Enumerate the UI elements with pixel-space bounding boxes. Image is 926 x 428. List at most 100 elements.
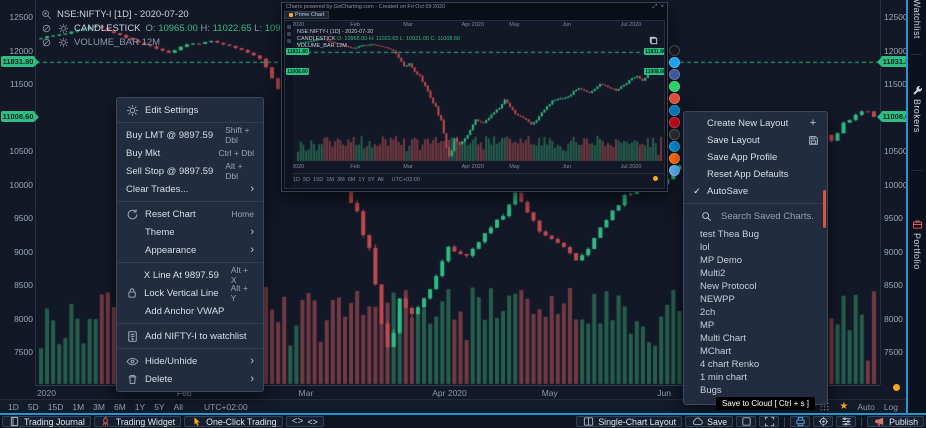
menu-shortcut: Home: [225, 209, 254, 219]
timezone-label[interactable]: UTC+02:00: [204, 402, 248, 412]
saved-chart-mp[interactable]: MP: [684, 319, 827, 332]
menu-scrollbar[interactable]: [823, 190, 826, 228]
layoutgrid-icon: [582, 416, 594, 428]
menu-item-appearance[interactable]: Appearance›: [117, 241, 263, 259]
saved-chart-mp-demo[interactable]: MP Demo: [684, 254, 827, 267]
preview-toolbar[interactable]: [285, 21, 293, 188]
single-chart-layout-button[interactable]: Single-Chart Layout: [576, 416, 682, 427]
menu-item-delete[interactable]: Delete›: [117, 370, 263, 388]
preview-time-label: Mar: [403, 164, 412, 170]
menu-item-theme[interactable]: Theme›: [117, 223, 263, 241]
preview-window-controls[interactable]: ⤢×: [653, 4, 664, 11]
trading-widget-button[interactable]: Trading Widget: [94, 416, 181, 427]
preview-time-label: Apr 2020: [462, 164, 484, 170]
range-15d[interactable]: 15D: [48, 402, 64, 412]
sidebar-tab-portfolio[interactable]: Portfolio: [908, 218, 926, 270]
preview-timeframe-bar: 1D 5D 15D 1M 3M 6M 1Y 5Y All UTC+02:00: [285, 173, 664, 186]
range-1y[interactable]: 1Y: [135, 402, 145, 412]
share-reddit-icon[interactable]: [669, 153, 680, 164]
share-pinterest-icon[interactable]: [669, 117, 680, 128]
saved-chart-multi2[interactable]: Multi2: [684, 267, 827, 280]
layout-menu: Create New Layout+Save LayoutSave App Pr…: [683, 111, 828, 405]
saved-chart-1-min-chart[interactable]: 1 min chart: [684, 371, 827, 384]
range-1m[interactable]: 1M: [72, 402, 84, 412]
range-all[interactable]: All: [174, 402, 183, 412]
hide-series-icon[interactable]: [40, 22, 52, 34]
preview-time-axis-bottom: 2020FebMarApr 2020MayJunJul 2020: [293, 164, 664, 171]
item-button[interactable]: <><>: [286, 416, 324, 427]
menu-item-label: Add NIFTY-I to watchlist: [145, 331, 247, 342]
sidebar-tab-brokers[interactable]: Brokers: [908, 84, 926, 133]
menu-shortcut: Alt + Dbl: [219, 161, 254, 181]
saved-chart-2ch[interactable]: 2ch: [684, 306, 827, 319]
share-twitter-icon[interactable]: [669, 57, 680, 68]
expand-icon[interactable]: ⤢: [653, 4, 658, 11]
tab-prime-chart[interactable]: Prime Chart: [284, 11, 329, 19]
menu-item-reset-app-defaults[interactable]: Reset App Defaults: [684, 166, 827, 183]
printer-button[interactable]: [790, 416, 810, 427]
one-click-trading-button[interactable]: One-Click Trading: [184, 416, 282, 427]
volume-settings-icon[interactable]: [57, 36, 69, 48]
favorite-star-icon[interactable]: ★: [839, 402, 848, 412]
hide-volume-icon[interactable]: [40, 36, 52, 48]
range-5d[interactable]: 5D: [28, 402, 39, 412]
share-email-icon[interactable]: [669, 129, 680, 140]
saved-chart-new-protocol[interactable]: New Protocol: [684, 280, 827, 293]
saved-chart-lol[interactable]: lol: [684, 241, 827, 254]
mixerh-button[interactable]: [836, 416, 856, 427]
checkbox-button[interactable]: [736, 416, 756, 427]
share-facebook-icon[interactable]: [669, 69, 680, 80]
log-scale-toggle[interactable]: Log: [884, 402, 898, 412]
menu-item-lock-vertical-line[interactable]: Lock Vertical LineAlt + Y: [117, 284, 263, 302]
saved-chart-mchart[interactable]: MChart: [684, 345, 827, 358]
range-6m[interactable]: 6M: [114, 402, 126, 412]
menu-item-autosave[interactable]: ✓AutoSave: [684, 183, 827, 200]
range-3m[interactable]: 3M: [93, 402, 105, 412]
menu-item-edit-settings[interactable]: Edit Settings: [117, 101, 263, 119]
share-skype-icon[interactable]: [669, 165, 680, 176]
saved-chart-test-thea-bug[interactable]: test Thea Bug: [684, 228, 827, 241]
menu-item-create-new-layout[interactable]: Create New Layout+: [684, 115, 827, 132]
menu-item-add-nifty-i-to-watchlist[interactable]: Add NIFTY-I to watchlist: [117, 327, 263, 345]
price-tick: 9000: [4, 247, 33, 257]
menu-item-buy-mkt[interactable]: Buy MktCtrl + Dbl: [117, 144, 263, 162]
submenu-arrow-icon: ›: [250, 184, 254, 195]
menu-item-save-layout[interactable]: Save Layout: [684, 132, 827, 149]
share-x-icon[interactable]: [669, 45, 680, 56]
publish-button[interactable]: Publish: [867, 416, 924, 427]
saved-chart-bugs[interactable]: Bugs: [684, 384, 827, 397]
trading-journal-button[interactable]: Trading Journal: [2, 416, 91, 427]
share-google-plus-icon[interactable]: [669, 93, 680, 104]
menu-item-buy-lmt-9897-59[interactable]: Buy LMT @ 9897.59Shift + Dbl: [117, 126, 263, 144]
menu-item-clear-trades[interactable]: Clear Trades...›: [117, 180, 263, 198]
save-button[interactable]: Save: [685, 416, 733, 427]
close-icon[interactable]: ×: [660, 4, 664, 11]
menu-item-sell-stop-9897-59[interactable]: Sell Stop @ 9897.59Alt + Dbl: [117, 162, 263, 180]
menu-item-label: Create New Layout: [707, 118, 788, 129]
range-1d[interactable]: 1D: [8, 402, 19, 412]
symbol-search-icon[interactable]: [40, 8, 52, 20]
target-button[interactable]: [813, 416, 833, 427]
submenu-arrow-icon: ›: [250, 374, 254, 385]
copy-icon[interactable]: [647, 34, 659, 46]
saved-chart-newpp[interactable]: NEWPP: [684, 293, 827, 306]
menu-item-x-line-at-9897-59[interactable]: X Line At 9897.59Alt + X: [117, 266, 263, 284]
menu-item-reset-chart[interactable]: Reset ChartHome: [117, 205, 263, 223]
sidebar-tab-watchlist[interactable]: Watchlist: [908, 0, 926, 39]
share-whatsapp-icon[interactable]: [669, 81, 680, 92]
status-dot: [893, 384, 900, 391]
menu-item-add-anchor-vwap[interactable]: Add Anchor VWAP: [117, 302, 263, 320]
saved-chart-multi-chart[interactable]: Multi Chart: [684, 332, 827, 345]
search-input[interactable]: [719, 210, 819, 223]
series-settings-icon[interactable]: [57, 22, 69, 34]
saved-chart-4-chart-renko[interactable]: 4 chart Renko: [684, 358, 827, 371]
auto-scale-toggle[interactable]: Auto: [857, 402, 875, 412]
share-telegram-icon[interactable]: [669, 141, 680, 152]
expand-button[interactable]: [759, 416, 779, 427]
ohlc-label: H:: [200, 23, 212, 34]
menu-item-save-app-profile[interactable]: Save App Profile: [684, 149, 827, 166]
price-tick: 12500: [4, 12, 33, 22]
range-5y[interactable]: 5Y: [154, 402, 164, 412]
menu-item-hide-unhide[interactable]: Hide/Unhide›: [117, 352, 263, 370]
share-linkedin-icon[interactable]: [669, 105, 680, 116]
